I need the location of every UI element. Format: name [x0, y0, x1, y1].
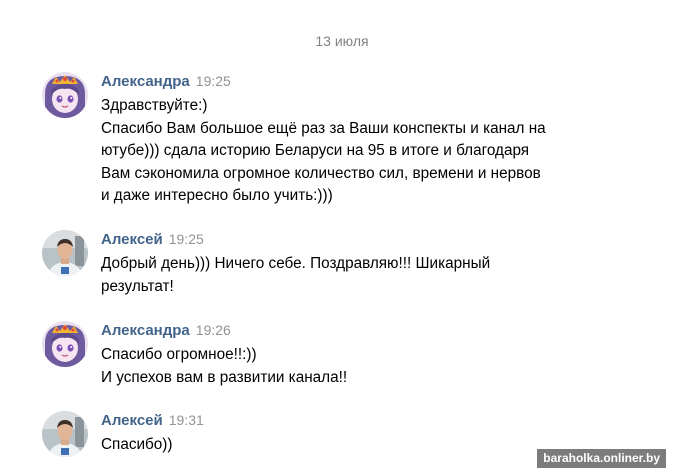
message-line: и даже интересно было учить:)))	[101, 187, 333, 204]
author-name[interactable]: Александра	[101, 73, 190, 90]
message-header: Алексей 19:31	[101, 411, 204, 430]
message-text: Спасибо огромное!!:)) И успехов вам в ра…	[101, 344, 601, 389]
message-line: Спасибо огромное!!:))	[101, 346, 257, 363]
message-line: ютубе))) сдала историю Беларуси на 95 в …	[101, 142, 530, 159]
message-time[interactable]: 19:26	[196, 322, 231, 338]
man-photo-avatar-icon[interactable]	[42, 411, 88, 457]
man-photo-avatar-icon[interactable]	[42, 230, 88, 276]
message-header: Александра 19:25	[101, 72, 231, 91]
author-name[interactable]: Алексей	[101, 412, 163, 429]
message-text: Спасибо))	[101, 434, 601, 457]
author-name[interactable]: Александра	[101, 322, 190, 339]
message-text: Здравствуйте:) Спасибо Вам большое ещё р…	[101, 95, 601, 208]
message-header: Александра 19:26	[101, 321, 231, 340]
author-name[interactable]: Алексей	[101, 231, 163, 248]
message-text: Добрый день))) Ничего себе. Поздравляю!!…	[101, 253, 601, 298]
message-line: Спасибо))	[101, 436, 173, 453]
anime-girl-avatar-icon[interactable]	[42, 72, 88, 118]
message-header: Алексей 19:25	[101, 230, 204, 249]
message-time[interactable]: 19:25	[196, 73, 231, 89]
message-line: Вам сэкономила огромное количество сил, …	[101, 164, 541, 182]
message-line: результат!	[101, 277, 174, 295]
anime-girl-avatar-icon[interactable]	[42, 321, 88, 367]
message-line: Спасибо Вам большое ещё раз за Ваши конс…	[101, 119, 546, 137]
message-time[interactable]: 19:25	[169, 231, 204, 247]
message-line: Здравствуйте:)	[101, 97, 208, 114]
watermark: baraholka.onliner.by	[537, 449, 666, 468]
message-time[interactable]: 19:31	[169, 412, 204, 428]
date-separator: 13 июля	[315, 33, 369, 49]
message-line: И успехов вам в развитии канала!!	[101, 368, 348, 386]
message-line: Добрый день))) Ничего себе. Поздравляю!!…	[101, 255, 491, 272]
